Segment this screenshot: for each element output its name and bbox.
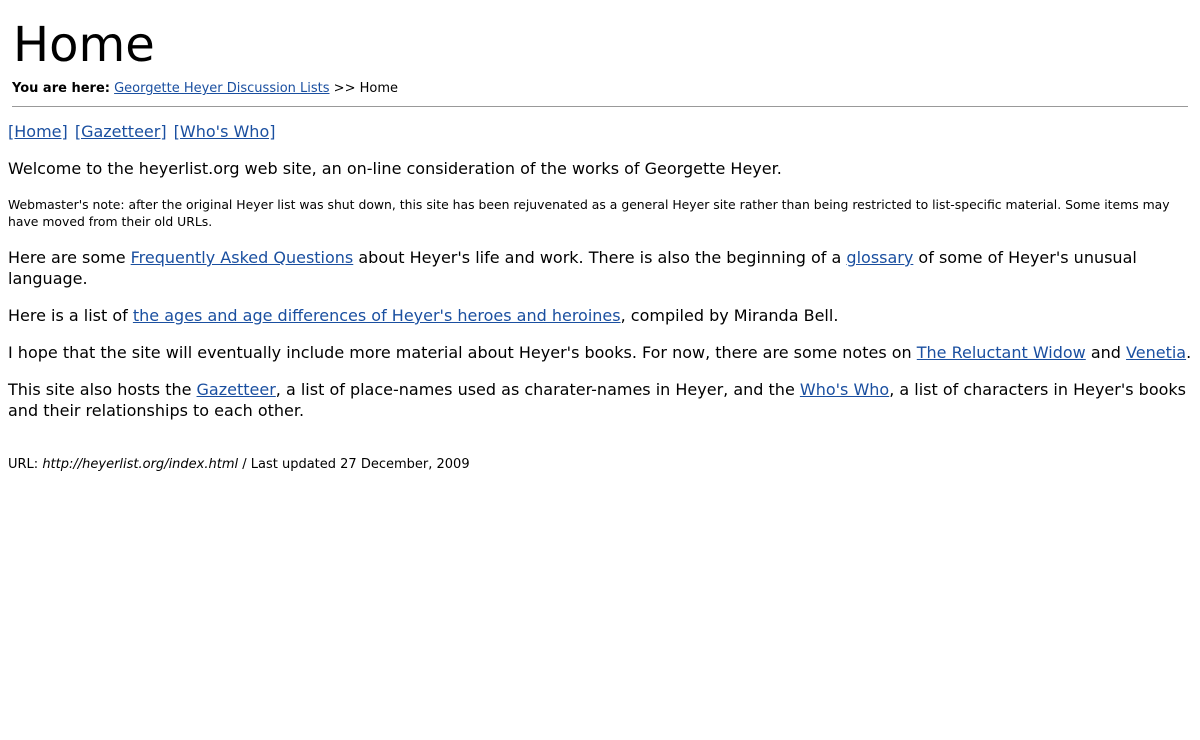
breadcrumb-current: Home [359,81,398,96]
faq-link[interactable]: Frequently Asked Questions [131,248,354,267]
footer-url: http://heyerlist.org/index.html [42,457,239,472]
breadcrumb-link-discussion-lists[interactable]: Georgette Heyer Discussion Lists [114,81,329,96]
breadcrumb-separator: >> [333,81,356,96]
page: Home You are here: Georgette Heyer Discu… [0,0,1200,740]
footer-url-label: URL: [8,457,43,472]
venetia-link[interactable]: Venetia [1126,343,1186,362]
notes-text-and: and [1085,343,1127,362]
gazetteer-link[interactable]: Gazetteer [197,380,276,399]
hosts-text-middle: , a list of place-names used as charater… [275,380,800,399]
faq-paragraph: Here are some Frequently Asked Questions… [8,247,1192,289]
faq-text-before: Here are some [8,248,131,267]
hosts-paragraph: This site also hosts the Gazetteer, a li… [8,379,1192,421]
ages-text-before: Here is a list of [8,306,133,325]
whos-who-link[interactable]: Who's Who [800,380,889,399]
page-footer: URL: http://heyerlist.org/index.html / L… [8,456,1192,474]
nav-link-whos-who[interactable]: [Who's Who] [174,122,276,141]
ages-text-after: , compiled by Miranda Bell. [620,306,839,325]
header-divider [12,106,1188,107]
webmaster-note: Webmaster's note: after the original Hey… [8,197,1170,229]
notes-paragraph: I hope that the site will eventually inc… [8,342,1192,363]
reluctant-widow-link[interactable]: The Reluctant Widow [917,343,1086,362]
nav-link-home[interactable]: [Home] [8,122,68,141]
faq-text-middle: about Heyer's life and work. There is al… [353,248,847,267]
breadcrumb: You are here: Georgette Heyer Discussion… [12,80,1192,98]
ages-paragraph: Here is a list of the ages and age diffe… [8,305,1192,326]
top-nav: [Home] [Gazetteer] [Who's Who] [8,122,1192,142]
ages-link[interactable]: the ages and age differences of Heyer's … [133,306,621,325]
notes-text-after: . [1186,343,1192,362]
nav-link-gazetteer[interactable]: [Gazetteer] [75,122,167,141]
breadcrumb-label: You are here: [12,81,110,96]
notes-text-before: I hope that the site will eventually inc… [8,343,917,362]
glossary-link[interactable]: glossary [846,248,913,267]
welcome-text: Welcome to the heyerlist.org web site, a… [8,159,782,178]
footer-last-updated: / Last updated 27 December, 2009 [238,457,470,472]
hosts-text-before: This site also hosts the [8,380,197,399]
page-title: Home [13,17,155,73]
